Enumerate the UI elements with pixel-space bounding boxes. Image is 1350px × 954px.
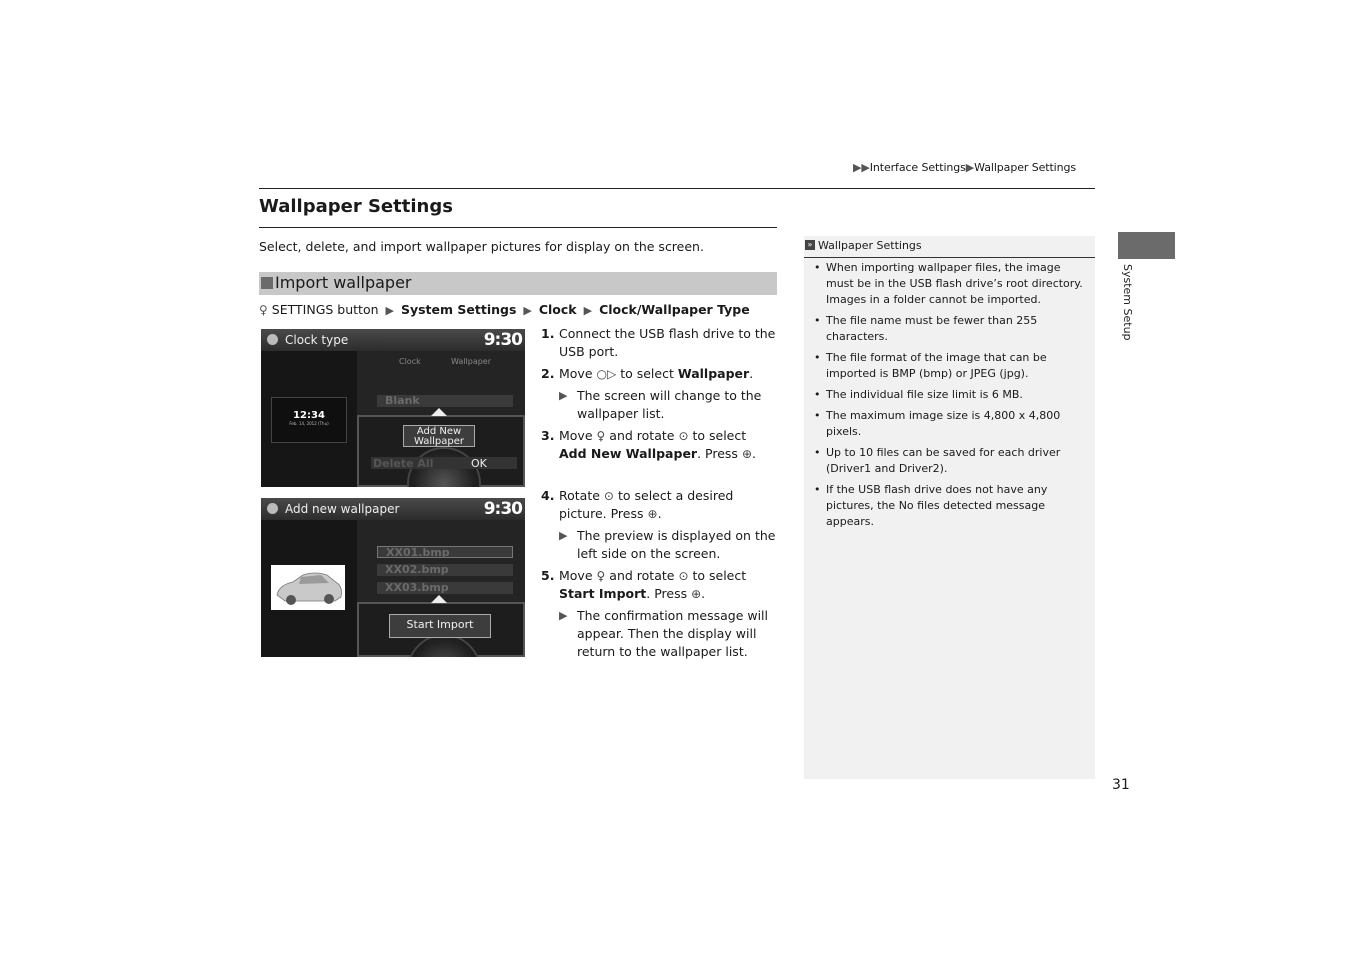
path-system-settings: System Settings bbox=[400, 302, 517, 317]
rotate-dial-icon: ⊙ bbox=[678, 569, 689, 583]
start-import-button[interactable]: Start Import bbox=[389, 614, 491, 638]
rotate-dial-icon: ⊙ bbox=[603, 489, 614, 503]
wallpaper-preview-car-image bbox=[271, 565, 345, 610]
breadcrumb-separator-icon: ▶ bbox=[965, 161, 975, 174]
notes-panel: » Wallpaper Settings When importing wall… bbox=[804, 236, 1095, 779]
note-item: If the USB flash drive does not have any… bbox=[814, 482, 1084, 530]
add-new-wallpaper-button[interactable]: Add New Wallpaper bbox=[403, 425, 475, 447]
step-5-result: ▶ The confirmation message will appear. … bbox=[559, 608, 769, 659]
screen-tabs: Clock Wallpaper bbox=[365, 355, 515, 369]
notes-header: » Wallpaper Settings bbox=[804, 236, 1095, 258]
list-item-blank[interactable]: Blank bbox=[377, 395, 513, 407]
file-item[interactable]: XX02.bmp bbox=[377, 564, 513, 576]
page-title: Wallpaper Settings bbox=[259, 196, 453, 217]
file-item[interactable]: XX03.bmp bbox=[377, 582, 513, 594]
up-arrow-icon bbox=[431, 408, 447, 416]
tab-wallpaper[interactable]: Wallpaper bbox=[451, 357, 491, 366]
path-arrow-icon: ▶ bbox=[385, 304, 394, 317]
screen-title: Add new wallpaper bbox=[285, 502, 400, 516]
breadcrumb-arrows-icon: ▶▶ bbox=[853, 161, 870, 174]
step-1: 1. Connect the USB flash drive to the US… bbox=[541, 326, 776, 359]
result-arrow-icon: ▶ bbox=[559, 609, 568, 622]
step-4-result: ▶ The preview is displayed on the left s… bbox=[559, 528, 776, 561]
section-square-icon bbox=[261, 277, 273, 289]
preview-date: Feb. 14, 2012 (Thu) bbox=[289, 421, 329, 426]
press-dial-icon: ⊕ bbox=[691, 587, 702, 601]
screen-clock: 9:30 bbox=[483, 499, 523, 519]
notes-list: When importing wallpaper files, the imag… bbox=[814, 260, 1084, 535]
gear-icon bbox=[267, 334, 278, 345]
menu-path: ♀ SETTINGS button ▶ System Settings ▶ Cl… bbox=[259, 302, 750, 317]
ok-option[interactable]: OK bbox=[471, 457, 487, 470]
breadcrumb-item-wallpaper-settings[interactable]: Wallpaper Settings bbox=[974, 161, 1076, 174]
reference-icon: » bbox=[805, 240, 815, 250]
breadcrumb-item-interface-settings[interactable]: Interface Settings bbox=[870, 161, 966, 174]
page-number: 31 bbox=[1112, 777, 1130, 793]
move-down-icon: ♀ bbox=[596, 569, 606, 583]
steps-list: 1. Connect the USB flash drive to the US… bbox=[541, 325, 777, 665]
chapter-label: System Setup bbox=[1121, 264, 1134, 341]
step-5: 5. Move ♀ and rotate ⊙ to select Start I… bbox=[541, 568, 747, 601]
preview-time: 12:34 bbox=[293, 410, 325, 421]
step-2-result: ▶ The screen will change to the wallpape… bbox=[559, 388, 762, 421]
title-divider bbox=[259, 227, 777, 228]
breadcrumb: ▶▶Interface Settings▶Wallpaper Settings bbox=[853, 161, 1076, 174]
result-arrow-icon: ▶ bbox=[559, 529, 568, 542]
section-header: Import wallpaper bbox=[259, 272, 777, 295]
gear-icon bbox=[267, 503, 278, 514]
path-arrow-icon: ▶ bbox=[583, 304, 593, 317]
screenshot-clock-type: Clock type 9:30 Clock Wallpaper 12:34 Fe… bbox=[261, 329, 525, 487]
step-3: 3. Move ♀ and rotate ⊙ to select Add New… bbox=[541, 428, 756, 461]
result-arrow-icon: ▶ bbox=[559, 389, 568, 402]
notes-title: Wallpaper Settings bbox=[818, 239, 922, 252]
settings-button-icon: ♀ bbox=[259, 303, 268, 317]
header-divider bbox=[259, 188, 1095, 189]
screen-header: Clock type 9:30 bbox=[261, 329, 525, 351]
note-item: The individual file size limit is 6 MB. bbox=[814, 387, 1084, 403]
note-item: The maximum image size is 4,800 x 4,800 … bbox=[814, 408, 1084, 440]
popup-menu: Delete All OK Add New Wallpaper bbox=[357, 408, 525, 487]
move-down-icon: ♀ bbox=[596, 429, 606, 443]
note-item: The file name must be fewer than 255 cha… bbox=[814, 313, 1084, 345]
screen-header: Add new wallpaper 9:30 bbox=[261, 498, 525, 520]
chapter-tab[interactable] bbox=[1118, 232, 1175, 259]
press-dial-icon: ⊕ bbox=[647, 507, 658, 521]
press-dial-icon: ⊕ bbox=[741, 447, 752, 461]
step-2: 2. Move ○▷ to select Wallpaper. bbox=[541, 366, 754, 381]
note-item: Up to 10 files can be saved for each dri… bbox=[814, 445, 1084, 477]
screen-clock: 9:30 bbox=[483, 330, 523, 350]
step-4: 4. Rotate ⊙ to select a desired picture.… bbox=[541, 488, 734, 521]
move-right-icon: ○▷ bbox=[596, 367, 617, 381]
clock-preview: 12:34 Feb. 14, 2012 (Thu) bbox=[271, 397, 347, 443]
path-clock-wallpaper-type: Clock/Wallpaper Type bbox=[599, 302, 750, 317]
path-arrow-icon: ▶ bbox=[523, 304, 532, 317]
path-clock: Clock bbox=[538, 302, 577, 317]
tab-clock[interactable]: Clock bbox=[399, 357, 421, 366]
popup-menu: Start Import bbox=[357, 595, 525, 657]
section-title: Import wallpaper bbox=[275, 273, 412, 292]
path-start: SETTINGS button bbox=[271, 302, 379, 317]
note-item: When importing wallpaper files, the imag… bbox=[814, 260, 1084, 308]
delete-all-option[interactable]: Delete All bbox=[373, 457, 433, 470]
up-arrow-icon bbox=[431, 595, 447, 603]
rotate-dial-icon: ⊙ bbox=[678, 429, 689, 443]
intro-text: Select, delete, and import wallpaper pic… bbox=[259, 239, 704, 254]
note-item: The file format of the image that can be… bbox=[814, 350, 1084, 382]
screenshot-add-new-wallpaper: Add new wallpaper 9:30 XX01.bmp XX02.bmp… bbox=[261, 498, 525, 657]
screen-title: Clock type bbox=[285, 333, 349, 347]
file-item[interactable]: XX01.bmp bbox=[377, 546, 513, 559]
